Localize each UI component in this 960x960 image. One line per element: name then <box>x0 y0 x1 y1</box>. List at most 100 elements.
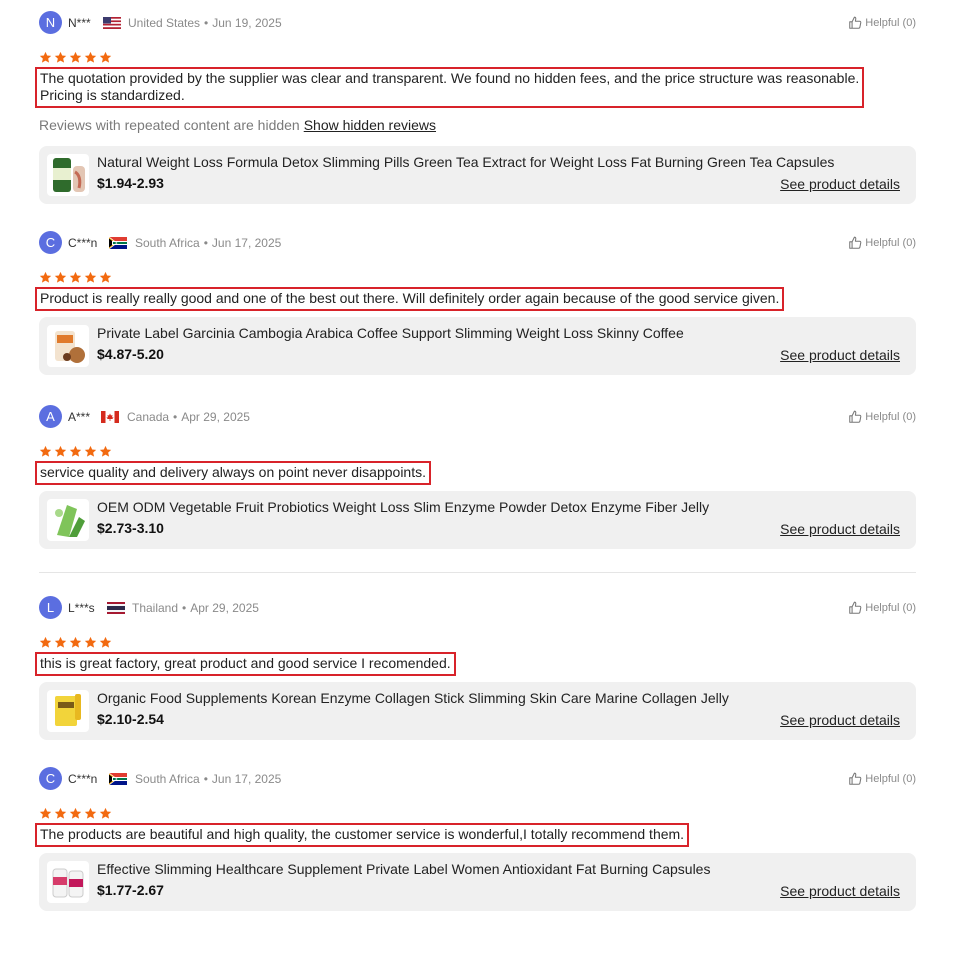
star-icon <box>99 636 112 649</box>
review-date: Jun 19, 2025 <box>212 16 282 30</box>
product-card[interactable]: Private Label Garcinia Cambogia Arabica … <box>39 317 916 375</box>
helpful-label: Helpful (0) <box>865 237 916 249</box>
helpful-label: Helpful (0) <box>865 411 916 423</box>
product-price: $1.77-2.67 <box>97 882 164 898</box>
thumbs-up-icon <box>848 601 862 615</box>
product-name: Private Label Garcinia Cambogia Arabica … <box>97 325 684 341</box>
star-icon <box>99 271 112 284</box>
divider <box>39 572 916 573</box>
product-thumbnail <box>47 861 89 903</box>
review-comment: The quotation provided by the supplier w… <box>35 67 865 108</box>
helpful-label: Helpful (0) <box>865 17 916 29</box>
thumbs-up-icon <box>848 236 862 250</box>
review-date: Apr 29, 2025 <box>181 410 250 424</box>
see-product-details-link[interactable]: See product details <box>780 883 900 899</box>
avatar: A <box>39 405 62 428</box>
star-icon <box>39 636 52 649</box>
star-icon <box>54 271 67 284</box>
helpful-button[interactable]: Helpful (0) <box>848 410 916 424</box>
star-icon <box>54 51 67 64</box>
product-name: Organic Food Supplements Korean Enzyme C… <box>97 690 729 706</box>
reviewer-name: C***n <box>68 772 98 786</box>
product-card[interactable]: Effective Slimming Healthcare Supplement… <box>39 853 916 911</box>
product-price: $2.73-3.10 <box>97 520 164 536</box>
product-card[interactable]: OEM ODM Vegetable Fruit Probiotics Weigh… <box>39 491 916 549</box>
review-header: C C***n South Africa • Jun 17, 2025 Helpfu… <box>39 767 916 791</box>
helpful-label: Helpful (0) <box>865 773 916 785</box>
product-card[interactable]: Natural Weight Loss Formula Detox Slimmi… <box>39 146 916 204</box>
review-comment-line: The quotation provided by the supplier w… <box>40 70 860 86</box>
star-icon <box>39 807 52 820</box>
product-price: $1.94-2.93 <box>97 175 164 191</box>
reviewer-name: A*** <box>68 410 91 424</box>
review-comment: The products are beautiful and high qual… <box>35 823 690 847</box>
star-icon <box>99 445 112 458</box>
review-date: Apr 29, 2025 <box>190 601 259 615</box>
star-icon <box>54 445 67 458</box>
review-date: Jun 17, 2025 <box>211 236 282 250</box>
review-card: L L***s Thailand • Apr 29, 2025 Helpful (0… <box>35 596 916 746</box>
star-icon <box>39 445 52 458</box>
review-card: C C***n South Africa • Jun 17, 2025 Helpfu… <box>35 231 916 381</box>
product-thumbnail <box>47 154 89 196</box>
review-meta: South Africa • Jun 17, 2025 <box>135 236 282 250</box>
star-icon <box>69 807 82 820</box>
reviewer-name: L***s <box>68 601 95 615</box>
helpful-label: Helpful (0) <box>865 602 916 614</box>
review-comment-line: this is great factory, great product and… <box>40 655 451 671</box>
review-meta: Thailand • Apr 29, 2025 <box>132 601 259 615</box>
country: Thailand <box>132 601 179 615</box>
product-name: OEM ODM Vegetable Fruit Probiotics Weigh… <box>97 499 710 515</box>
avatar: C <box>39 231 62 254</box>
reviewer-name: N*** <box>68 16 91 30</box>
flag-za-icon <box>109 773 127 785</box>
country: Canada <box>127 410 170 424</box>
avatar: N <box>39 11 62 34</box>
star-icon <box>39 51 52 64</box>
thumbs-up-icon <box>848 16 862 30</box>
star-icon <box>84 51 97 64</box>
review-meta: United States • Jun 19, 2025 <box>128 16 282 30</box>
see-product-details-link[interactable]: See product details <box>780 176 900 192</box>
product-thumbnail <box>47 690 89 732</box>
helpful-button[interactable]: Helpful (0) <box>848 236 916 250</box>
star-icon <box>54 807 67 820</box>
avatar: C <box>39 767 62 790</box>
star-icon <box>99 51 112 64</box>
helpful-button[interactable]: Helpful (0) <box>848 772 916 786</box>
hidden-reviews-note: Reviews with repeated content are hidden… <box>39 117 436 133</box>
product-name: Natural Weight Loss Formula Detox Slimmi… <box>97 154 835 170</box>
product-card[interactable]: Organic Food Supplements Korean Enzyme C… <box>39 682 916 740</box>
star-icon <box>69 271 82 284</box>
review-comment-line: Product is really really good and one of… <box>40 290 780 306</box>
country: South Africa <box>135 236 200 250</box>
product-name: Effective Slimming Healthcare Supplement… <box>97 861 711 877</box>
helpful-button[interactable]: Helpful (0) <box>848 601 916 615</box>
review-header: L L***s Thailand • Apr 29, 2025 Helpful (0… <box>39 596 916 620</box>
helpful-button[interactable]: Helpful (0) <box>848 16 916 30</box>
review-header: A A*** Canada • Apr 29, 2025 Helpful (0) <box>39 405 916 429</box>
star-rating <box>39 636 112 649</box>
review-meta: Canada • Apr 29, 2025 <box>127 410 250 424</box>
avatar: L <box>39 596 62 619</box>
star-icon <box>84 807 97 820</box>
show-hidden-reviews-link[interactable]: Show hidden reviews <box>304 117 436 133</box>
product-price: $4.87-5.20 <box>97 346 164 362</box>
thumbs-up-icon <box>848 772 862 786</box>
review-card: N N*** United States • Jun 19, 2025 Helpfu… <box>35 11 916 211</box>
review-comment-line: service quality and delivery always on p… <box>40 464 426 480</box>
review-comment: service quality and delivery always on p… <box>35 461 431 485</box>
hidden-reviews-text: Reviews with repeated content are hidden <box>39 117 300 133</box>
thumbs-up-icon <box>848 410 862 424</box>
flag-th-icon <box>107 602 125 614</box>
see-product-details-link[interactable]: See product details <box>780 712 900 728</box>
star-icon <box>54 636 67 649</box>
review-card: A A*** Canada • Apr 29, 2025 Helpful (0) s… <box>35 405 916 555</box>
flag-ca-icon <box>101 411 119 423</box>
see-product-details-link[interactable]: See product details <box>780 347 900 363</box>
country: South Africa <box>135 772 200 786</box>
star-icon <box>69 636 82 649</box>
star-rating <box>39 51 112 64</box>
star-icon <box>84 636 97 649</box>
see-product-details-link[interactable]: See product details <box>780 521 900 537</box>
